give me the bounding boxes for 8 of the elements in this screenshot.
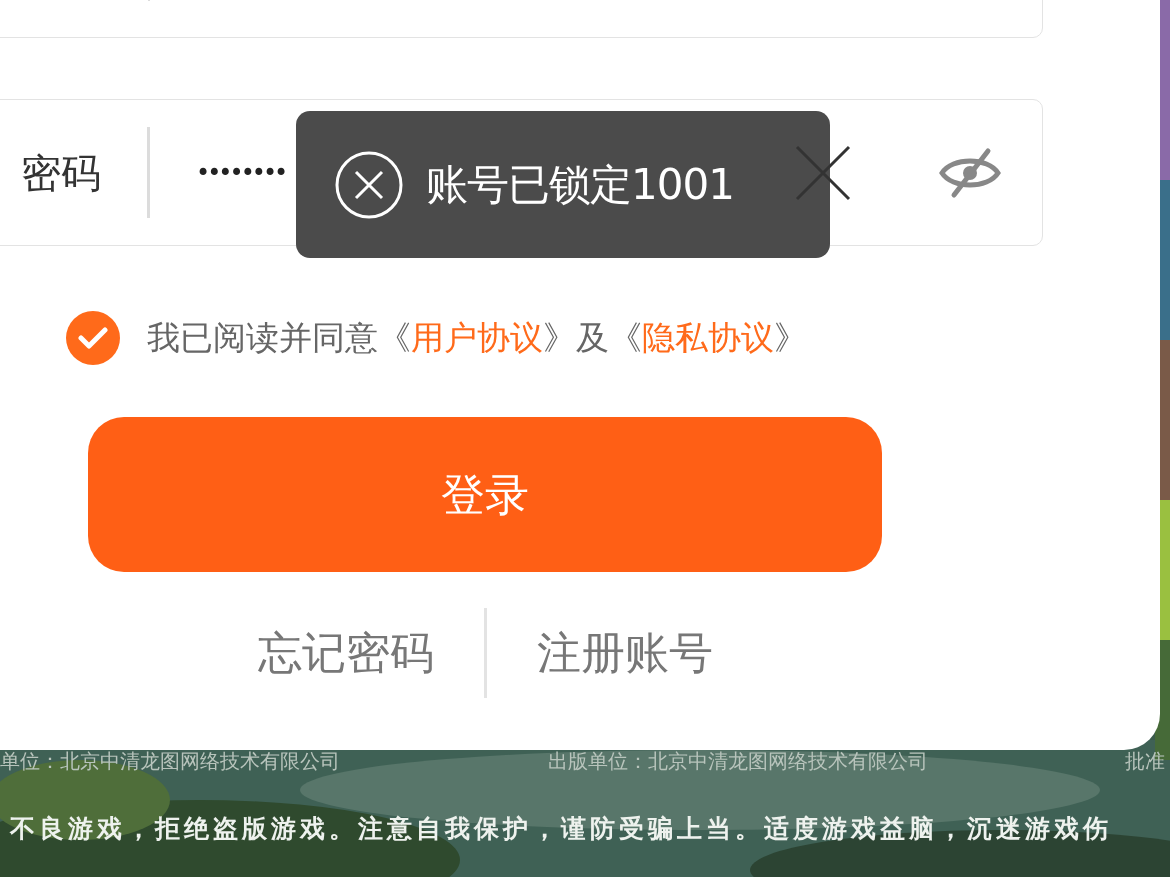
publisher-text: 批准 — [1125, 748, 1165, 775]
password-value: •••••••• — [196, 157, 286, 189]
field-label: 密码 — [20, 148, 101, 198]
toast-message: 账号已锁定1001 — [426, 159, 734, 211]
notice-text: 不良游戏，拒绝盗版游戏。注意自我保护，谨防受骗上当。适度游戏益脑，沉迷游戏伤 — [10, 814, 1112, 843]
publisher-text: 单位：北京中清龙图网络技术有限公司 — [0, 748, 340, 775]
publisher-text: 出版单位：北京中清龙图网络技术有限公司 — [548, 748, 928, 775]
agreement-text: 我已阅读并同意《用户协议》及《隐私协议》 — [147, 317, 807, 360]
